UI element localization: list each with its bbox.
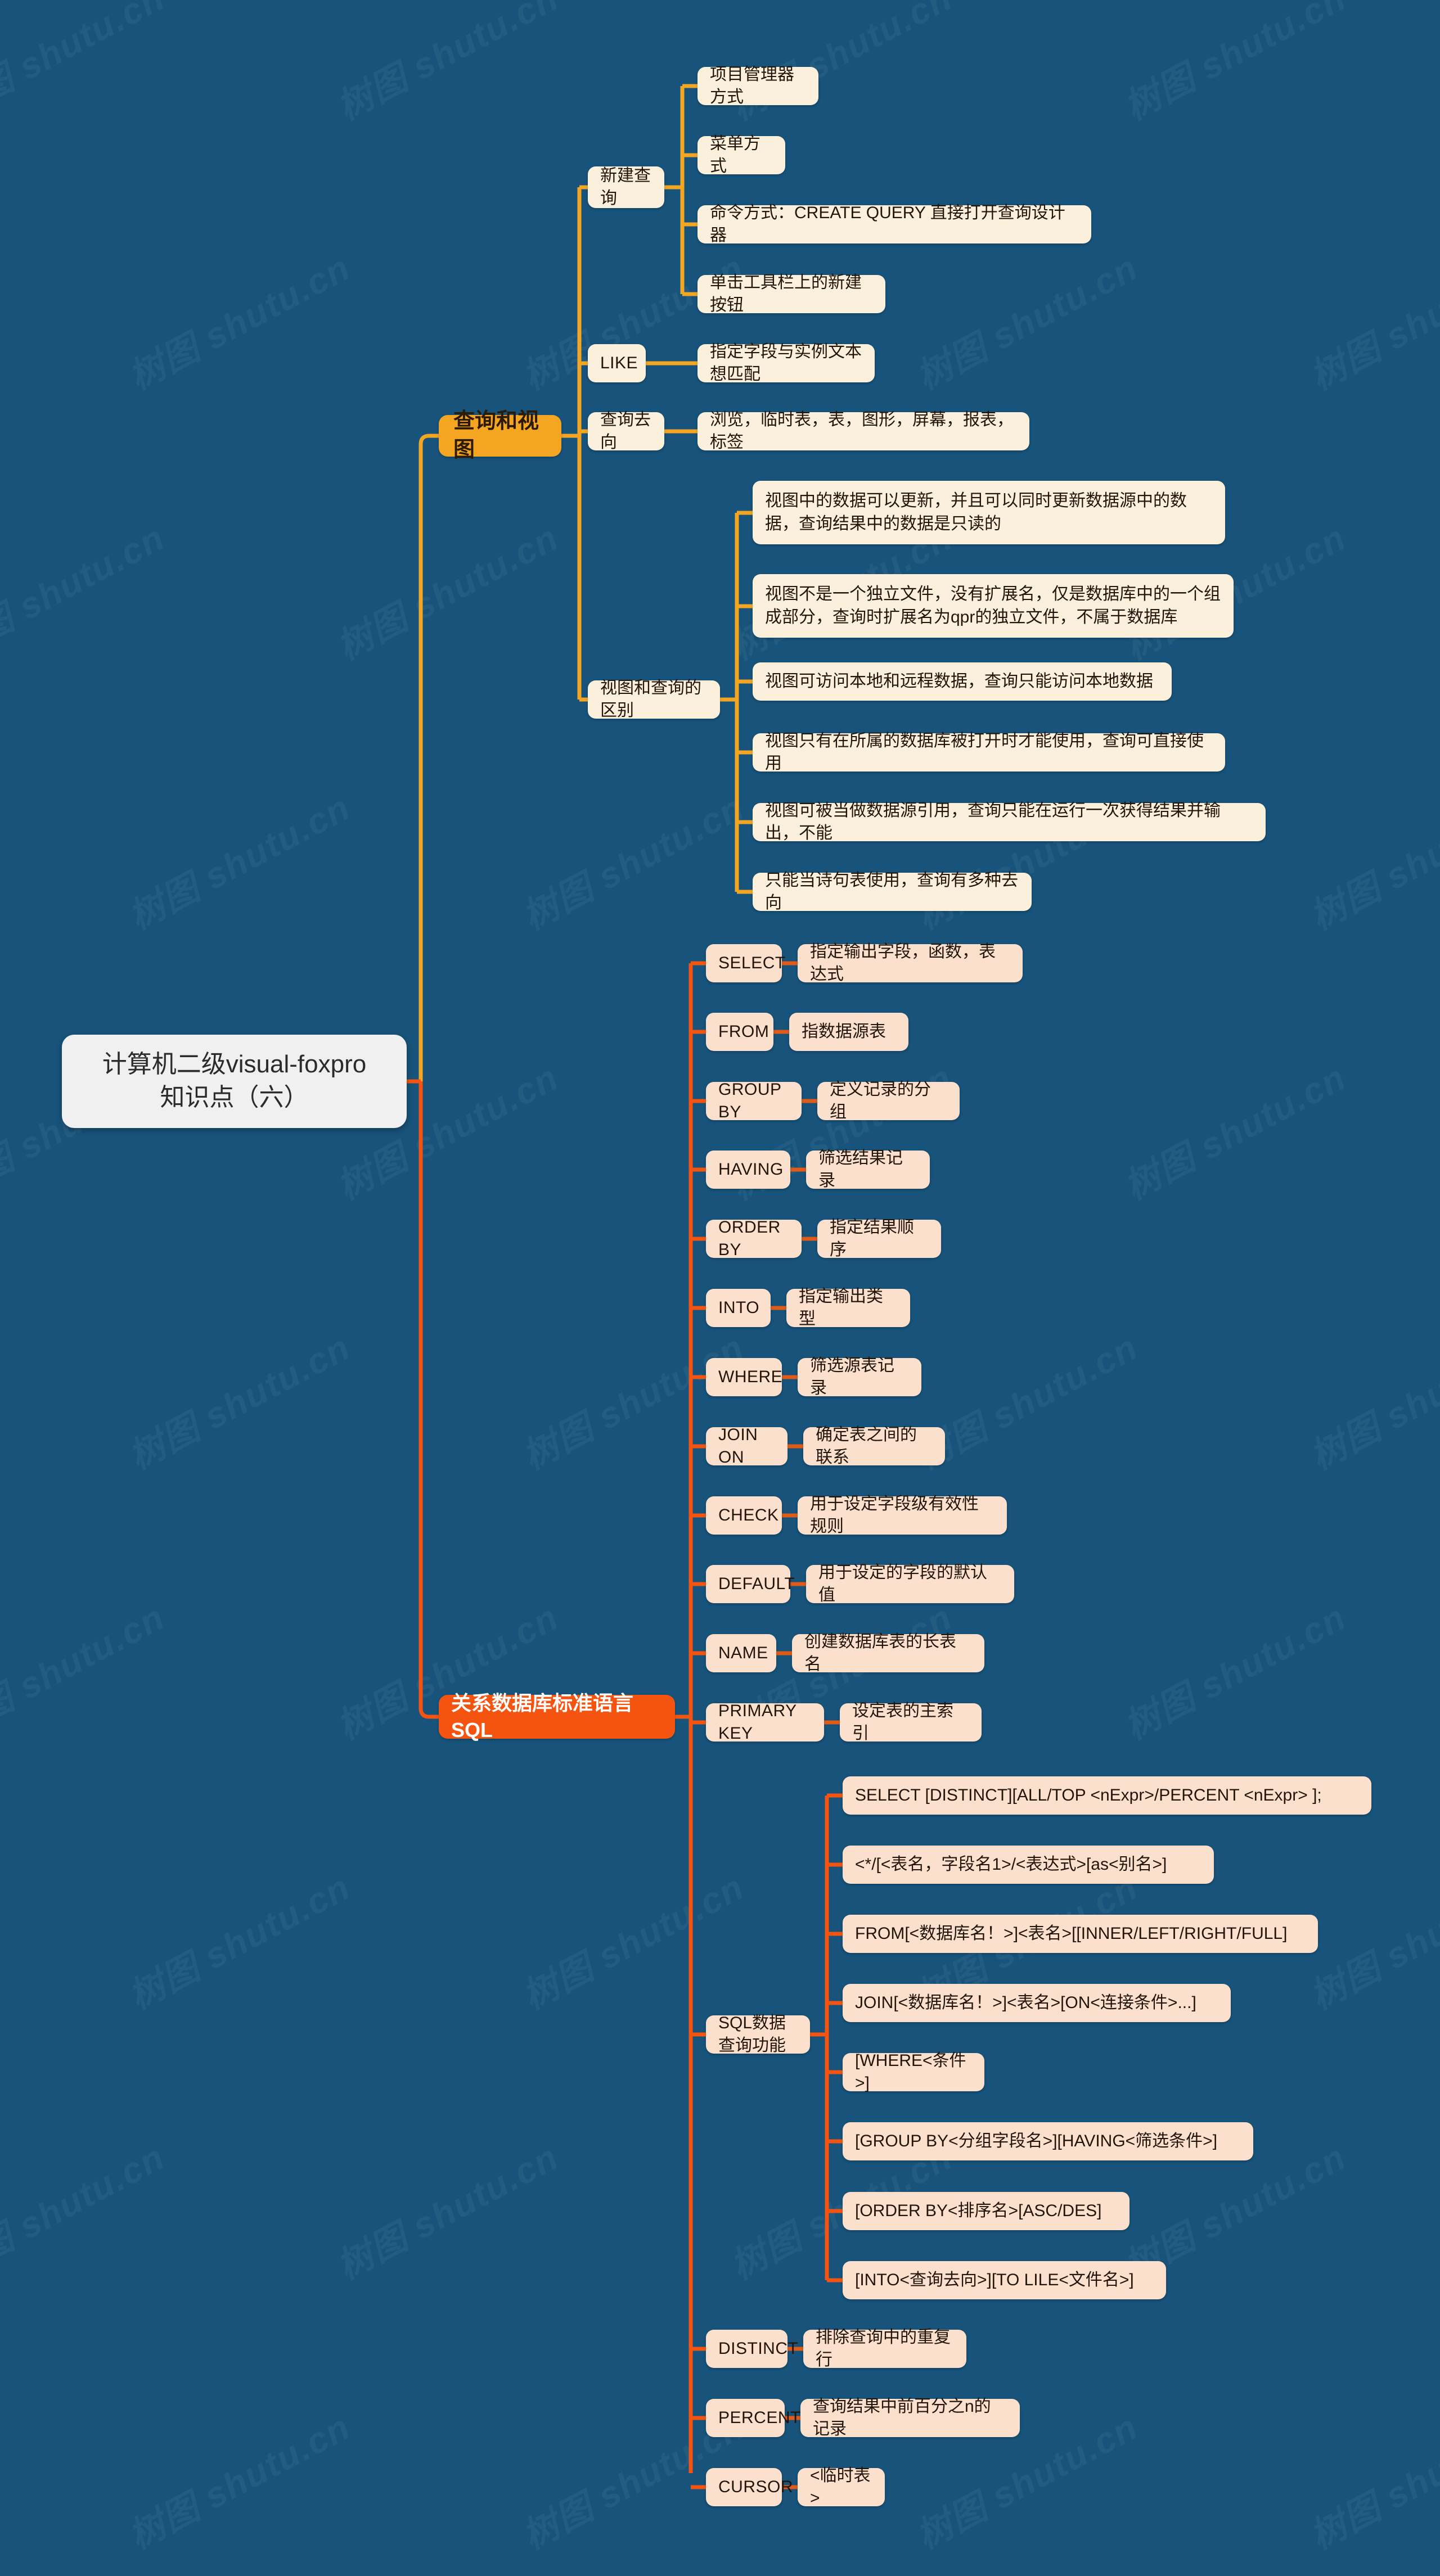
node-view-vs-query-item-4[interactable]: 视图只有在所属的数据库被打开时才能使用，查询可直接使用 bbox=[753, 732, 1225, 773]
watermark-text: 树图 shutu.cn bbox=[122, 787, 357, 937]
node-sql-where-desc[interactable]: 筛选源表记录 bbox=[798, 1356, 921, 1397]
node-sql-join-on[interactable]: JOIN ON bbox=[706, 1425, 788, 1467]
node-view-vs-query[interactable]: 视图和查询的区别 bbox=[588, 679, 720, 720]
node-sql-syntax-6[interactable]: [GROUP BY<分组字段名>][HAVING<筛选条件>] bbox=[843, 2122, 1253, 2160]
node-sql-query-feature[interactable]: SQL数据查询功能 bbox=[706, 2014, 810, 2055]
watermark-text: 树图 shutu.cn bbox=[122, 247, 357, 398]
node-sql-cursor-desc[interactable]: <临时表> bbox=[798, 2466, 885, 2507]
watermark-text: 树图 shutu.cn bbox=[1118, 1057, 1353, 1207]
watermark-text: 树图 shutu.cn bbox=[0, 517, 172, 667]
node-like-desc[interactable]: 指定字段与实例文本想匹配 bbox=[698, 342, 875, 384]
watermark-text: 树图 shutu.cn bbox=[122, 1327, 357, 1477]
node-sql-primary-key-desc[interactable]: 设定表的主索引 bbox=[840, 1702, 982, 1743]
node-sql-percent-desc[interactable]: 查询结果中前百分之n的记录 bbox=[800, 2397, 1020, 2438]
watermark-text: 树图 shutu.cn bbox=[122, 2406, 357, 2557]
watermark-text: 树图 shutu.cn bbox=[0, 0, 172, 128]
node-sql-syntax-8[interactable]: [INTO<查询去向>][TO LILE<文件名>] bbox=[843, 2261, 1166, 2299]
node-project-manager-method[interactable]: 项目管理器方式 bbox=[698, 65, 818, 106]
node-view-vs-query-item-1[interactable]: 视图中的数据可以更新，并且可以同时更新数据源中的数据，查询结果中的数据是只读的 bbox=[753, 481, 1225, 544]
node-sql-into-desc[interactable]: 指定输出类型 bbox=[786, 1287, 910, 1328]
watermark-text: 树图 shutu.cn bbox=[1303, 247, 1440, 398]
watermark-text: 树图 shutu.cn bbox=[1303, 2406, 1440, 2557]
node-sql-syntax-2[interactable]: <*/[<表名，字段名1>/<表达式>[as<别名>] bbox=[843, 1846, 1214, 1884]
watermark-text: 树图 shutu.cn bbox=[330, 517, 565, 667]
watermark-text: 树图 shutu.cn bbox=[1118, 0, 1353, 128]
node-sql-primary-key[interactable]: PRIMARY KEY bbox=[706, 1702, 824, 1743]
watermark-text: 树图 shutu.cn bbox=[1303, 1866, 1440, 2017]
node-sql-select-desc[interactable]: 指定输出字段，函数，表达式 bbox=[798, 942, 1023, 984]
branch-node-sql[interactable]: 关系数据库标准语言SQL bbox=[439, 1691, 675, 1742]
watermark-text: 树图 shutu.cn bbox=[330, 2136, 565, 2287]
node-sql-having-desc[interactable]: 筛选结果记录 bbox=[806, 1149, 930, 1190]
node-view-vs-query-item-2[interactable]: 视图不是一个独立文件，没有扩展名，仅是数据库中的一个组成部分，查询时扩展名为qp… bbox=[753, 574, 1234, 638]
node-sql-check[interactable]: CHECK bbox=[706, 1496, 782, 1535]
connector-layer bbox=[407, 84, 843, 2489]
node-query-destination[interactable]: 查询去向 bbox=[588, 410, 664, 452]
node-view-vs-query-item-5[interactable]: 视图可被当做数据源引用，查询只能在运行一次获得结果并输出，不能 bbox=[753, 801, 1266, 842]
node-command-method[interactable]: 命令方式：CREATE QUERY 直接打开查询设计器 bbox=[698, 204, 1091, 245]
node-like[interactable]: LIKE bbox=[588, 344, 646, 382]
node-sql-group-by-desc[interactable]: 定义记录的分组 bbox=[817, 1080, 960, 1121]
watermark-text: 树图 shutu.cn bbox=[330, 0, 565, 128]
node-toolbar-new-button[interactable]: 单击工具栏上的新建按钮 bbox=[698, 273, 885, 314]
branch-node-query-and-view[interactable]: 查询和视图 bbox=[439, 409, 561, 462]
node-sql-from-desc[interactable]: 指数据源表 bbox=[789, 1013, 908, 1051]
node-sql-syntax-5[interactable]: [WHERE<条件>] bbox=[843, 2051, 984, 2092]
root-node[interactable]: 计算机二级visual-foxpro 知识点（六） bbox=[62, 1035, 407, 1128]
node-sql-syntax-7[interactable]: [ORDER BY<排序名>[ASC/DES] bbox=[843, 2192, 1130, 2230]
node-sql-order-by[interactable]: ORDER BY bbox=[706, 1218, 802, 1259]
node-sql-percent[interactable]: PERCENT bbox=[706, 2399, 800, 2437]
node-sql-name[interactable]: NAME bbox=[706, 1634, 776, 1672]
node-sql-default-desc[interactable]: 用于设定的字段的默认值 bbox=[806, 1563, 1014, 1604]
node-sql-syntax-3[interactable]: FROM[<数据库名！>]<表名>[[INNER/LEFT/RIGHT/FULL… bbox=[843, 1915, 1318, 1953]
watermark-text: 树图 shutu.cn bbox=[516, 787, 751, 937]
node-sql-order-by-desc[interactable]: 指定结果顺序 bbox=[817, 1218, 941, 1259]
watermark-text: 树图 shutu.cn bbox=[516, 1866, 751, 2017]
node-sql-group-by[interactable]: GROUP BY bbox=[706, 1080, 802, 1121]
node-sql-distinct[interactable]: DISTINCT bbox=[706, 2330, 798, 2368]
node-view-vs-query-item-6[interactable]: 只能当诗句表使用，查询有多种去向 bbox=[753, 871, 1032, 912]
node-sql-from[interactable]: FROM bbox=[706, 1013, 773, 1051]
watermark-text: 树图 shutu.cn bbox=[0, 1596, 172, 1747]
node-sql-cursor[interactable]: CURSOR bbox=[706, 2468, 793, 2506]
node-sql-select[interactable]: SELECT bbox=[706, 944, 785, 982]
watermark-text: 树图 shutu.cn bbox=[0, 2136, 172, 2287]
node-query-destination-desc[interactable]: 浏览，临时表，表，图形，屏幕，报表，标签 bbox=[698, 410, 1029, 452]
watermark-text: 树图 shutu.cn bbox=[1303, 1327, 1440, 1477]
node-new-query[interactable]: 新建查询 bbox=[588, 166, 664, 208]
node-sql-distinct-desc[interactable]: 排除查询中的重复行 bbox=[803, 2328, 966, 2369]
watermark-text: 树图 shutu.cn bbox=[910, 247, 1145, 398]
node-sql-having[interactable]: HAVING bbox=[706, 1151, 790, 1189]
node-sql-check-desc[interactable]: 用于设定字段级有效性规则 bbox=[798, 1495, 1007, 1536]
node-sql-join-on-desc[interactable]: 确定表之间的联系 bbox=[803, 1425, 945, 1467]
watermark-text: 树图 shutu.cn bbox=[122, 1866, 357, 2017]
node-sql-syntax-4[interactable]: JOIN[<数据库名！>]<表名>[ON<连接条件>...] bbox=[843, 1984, 1231, 2022]
node-sql-name-desc[interactable]: 创建数据库表的长表名 bbox=[792, 1632, 984, 1673]
watermark-text: 树图 shutu.cn bbox=[1303, 787, 1440, 937]
node-sql-into[interactable]: INTO bbox=[706, 1289, 771, 1327]
node-sql-where[interactable]: WHERE bbox=[706, 1358, 782, 1396]
node-menu-method[interactable]: 菜单方式 bbox=[698, 134, 785, 175]
mindmap-canvas: 树图 shutu.cn 树图 shutu.cn 树图 shutu.cn 树图 shut… bbox=[0, 0, 1440, 2576]
node-sql-default[interactable]: DEFAULT bbox=[706, 1565, 795, 1603]
watermark-text: 树图 shutu.cn bbox=[1118, 1596, 1353, 1747]
node-view-vs-query-item-3[interactable]: 视图可访问本地和远程数据，查询只能访问本地数据 bbox=[753, 662, 1172, 701]
node-sql-syntax-1[interactable]: SELECT [DISTINCT][ALL/TOP <nExpr>/PERCEN… bbox=[843, 1776, 1371, 1815]
